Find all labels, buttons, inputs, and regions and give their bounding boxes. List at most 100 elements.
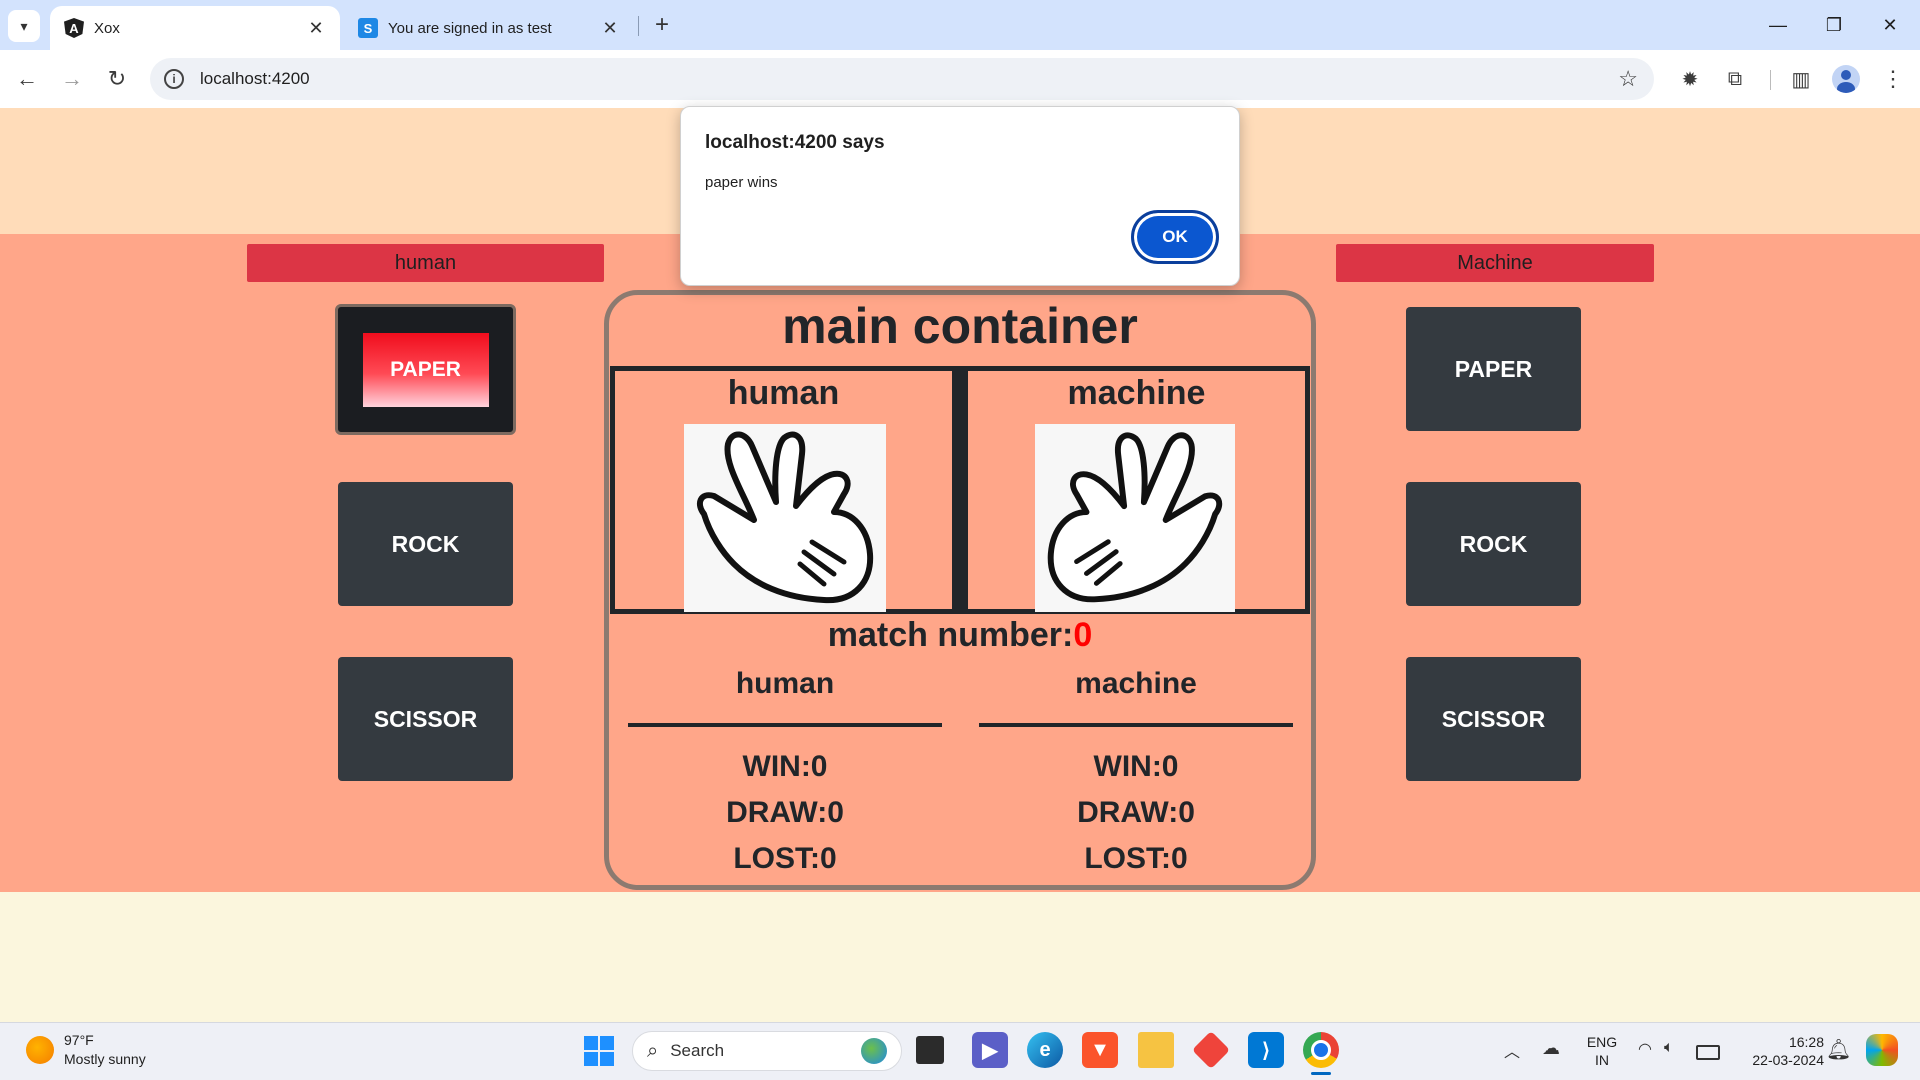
site-info-icon[interactable]: i xyxy=(164,69,184,89)
human-header-text: human xyxy=(394,251,457,274)
reload-icon[interactable]: ↻ xyxy=(100,62,134,96)
notification-bell-icon[interactable]: 🔔︎ xyxy=(1826,1037,1851,1062)
task-view-icon[interactable] xyxy=(916,1036,944,1064)
angular-icon: A xyxy=(64,18,84,38)
start-pane xyxy=(600,1036,614,1050)
clock[interactable]: 16:28 22-03-2024 xyxy=(1734,1033,1824,1069)
machine-lost-stat: LOST:0 xyxy=(1084,842,1188,875)
human-choice-label: human xyxy=(727,374,840,412)
match-number-line: match number:0 xyxy=(606,616,1314,655)
machine-header: Machine xyxy=(1336,244,1654,282)
bug-extension-icon[interactable]: ✹ xyxy=(1673,62,1707,96)
avatar-body xyxy=(1837,82,1855,93)
vscode-icon[interactable]: ⟩ xyxy=(1248,1032,1284,1068)
tray-overflow-icon[interactable]: ︿ xyxy=(1504,1038,1520,1062)
new-tab-button[interactable]: + xyxy=(648,10,676,40)
start-pane xyxy=(584,1052,598,1066)
profile-avatar-icon[interactable] xyxy=(1832,65,1860,93)
machine-paper-hand-image xyxy=(1035,424,1235,612)
toolbar-divider xyxy=(1770,70,1771,90)
search-globe-icon xyxy=(861,1038,887,1064)
taskbar-running-indicator xyxy=(1311,1072,1331,1075)
minimize-icon[interactable]: — xyxy=(1750,0,1806,50)
teams-icon[interactable]: ▶ xyxy=(972,1032,1008,1068)
close-tab-icon[interactable]: ✕ xyxy=(306,18,326,39)
machine-choice-label: machine xyxy=(1067,374,1206,412)
forward-icon[interactable]: → xyxy=(55,62,89,96)
tab-separator xyxy=(638,16,639,36)
close-window-icon[interactable]: ✕ xyxy=(1862,0,1918,50)
human-score-rule xyxy=(628,723,942,727)
main-title: main container xyxy=(782,298,1138,354)
tab-xox[interactable]: A Xox ✕ xyxy=(50,6,340,50)
onedrive-icon[interactable]: ☁ xyxy=(1542,1038,1560,1059)
human-score-heading: human xyxy=(735,667,835,700)
address-bar[interactable]: i localhost:4200 ☆ xyxy=(150,58,1654,100)
alert-message: paper wins xyxy=(705,174,778,191)
paper-hand-icon xyxy=(1047,432,1223,603)
brave-icon[interactable]: ▼ xyxy=(1082,1032,1118,1068)
machine-draw-stat: DRAW:0 xyxy=(1077,796,1195,829)
machine-rock-label: ROCK xyxy=(1459,530,1528,557)
region-text: IN xyxy=(1595,1052,1609,1068)
paper-selected-face: PAPER xyxy=(362,332,489,407)
restore-icon[interactable]: ❐ xyxy=(1806,0,1862,50)
human-scissor-button[interactable]: SCISSOR xyxy=(338,657,513,781)
machine-score-heading: machine xyxy=(1075,667,1197,700)
tab-title: You are signed in as test xyxy=(388,19,552,37)
chrome-icon[interactable] xyxy=(1303,1032,1339,1068)
machine-score-rule xyxy=(979,723,1293,727)
machine-win-stat: WIN:0 xyxy=(1093,750,1179,783)
weather-temp: 97°F xyxy=(64,1032,94,1048)
search-icon: ⌕ xyxy=(647,1039,659,1062)
wifi-icon[interactable]: ◠ xyxy=(1638,1039,1652,1059)
battery-icon[interactable] xyxy=(1696,1045,1720,1060)
human-paper-hand-image xyxy=(684,424,886,612)
start-pane xyxy=(584,1036,598,1050)
weather-desc: Mostly sunny xyxy=(64,1051,146,1067)
lang-text: ENG xyxy=(1586,1034,1618,1050)
clock-time: 16:28 xyxy=(1788,1034,1824,1050)
panel-divider xyxy=(955,366,965,614)
taskbar-search[interactable]: ⌕ Search xyxy=(632,1031,902,1071)
start-pane xyxy=(600,1052,614,1066)
chrome-center xyxy=(1311,1040,1331,1060)
alert-ok-button[interactable]: OK xyxy=(1131,210,1219,264)
file-explorer-icon[interactable] xyxy=(1138,1032,1174,1068)
close-tab-icon[interactable]: ✕ xyxy=(600,18,620,39)
human-rock-button[interactable]: ROCK xyxy=(338,482,513,606)
tab-search-chevron-icon[interactable]: ▾ xyxy=(8,10,40,42)
match-number-label: match number: xyxy=(827,616,1074,654)
search-placeholder: Search xyxy=(670,1041,725,1060)
menu-kebab-icon[interactable]: ⋮ xyxy=(1876,62,1910,96)
tab-signed-in[interactable]: S You are signed in as test ✕ xyxy=(344,6,634,50)
human-draw-stat: DRAW:0 xyxy=(726,796,844,829)
human-win-stat: WIN:0 xyxy=(742,750,828,783)
bookmark-star-icon[interactable]: ☆ xyxy=(1618,66,1638,92)
human-header: human xyxy=(247,244,604,282)
edge-icon[interactable]: e xyxy=(1027,1032,1063,1068)
paper-hand-icon xyxy=(696,431,874,604)
volume-icon[interactable]: 🔈︎ xyxy=(1664,1039,1674,1057)
machine-header-text: Machine xyxy=(1457,251,1533,274)
avatar-head xyxy=(1841,70,1851,80)
back-icon[interactable]: ← xyxy=(10,62,44,96)
s-icon: S xyxy=(358,18,378,38)
tab-title: Xox xyxy=(94,19,120,37)
machine-paper-label: PAPER xyxy=(1454,355,1533,382)
human-paper-button[interactable]: PAPER xyxy=(335,304,516,435)
weather-widget[interactable]: 97°F Mostly sunny xyxy=(64,1031,146,1069)
weather-sun-icon[interactable] xyxy=(26,1036,54,1064)
human-rock-label: ROCK xyxy=(391,530,460,557)
human-paper-label: PAPER xyxy=(390,357,461,381)
machine-scissor-label: SCISSOR xyxy=(1441,705,1546,732)
side-panel-icon[interactable]: ▥ xyxy=(1784,62,1818,96)
machine-scissor-button[interactable]: SCISSOR xyxy=(1406,657,1581,781)
machine-paper-button[interactable]: PAPER xyxy=(1406,307,1581,431)
extensions-puzzle-icon[interactable]: ⧉ xyxy=(1718,62,1752,96)
windows-start-icon[interactable] xyxy=(584,1036,614,1066)
copilot-icon[interactable] xyxy=(1866,1034,1898,1066)
language-indicator[interactable]: ENG IN xyxy=(1584,1033,1620,1069)
url-text: localhost:4200 xyxy=(200,69,310,88)
machine-rock-button[interactable]: ROCK xyxy=(1406,482,1581,606)
